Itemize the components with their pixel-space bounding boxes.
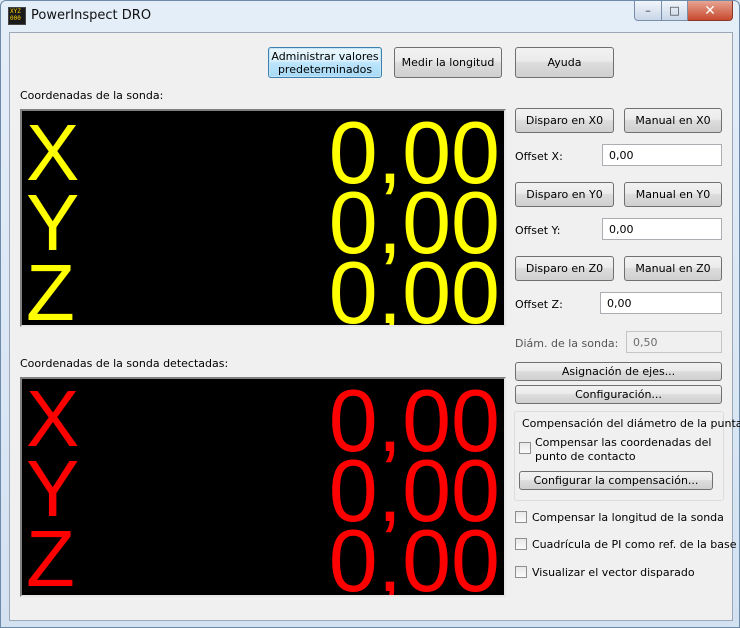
detected-value-z: 0,00	[328, 511, 500, 597]
compensate-contact-label-line2: punto de contacto	[535, 450, 636, 463]
window-controls: – □ ✕	[634, 1, 733, 21]
probe-dro-display: X 0,00 Y 0,00 Z 0,00	[20, 109, 506, 327]
probe-coords-label: Coordenadas de la sonda:	[20, 89, 164, 102]
probe-axis-z: Z	[26, 248, 75, 327]
pi-grid-base-label: Cuadrícula de PI como ref. de la base	[532, 538, 737, 551]
manual-z0-button[interactable]: Manual en Z0	[624, 256, 722, 281]
axis-assign-button[interactable]: Asignación de ejes...	[515, 362, 722, 381]
close-icon: ✕	[704, 2, 716, 19]
detected-coords-label: Coordenadas de la sonda detectadas:	[20, 357, 229, 370]
show-vector-label: Visualizar el vector disparado	[532, 566, 695, 579]
configure-compensation-button[interactable]: Configurar la compensación...	[519, 471, 713, 490]
trigger-x0-label: Disparo en X0	[525, 114, 604, 127]
pi-grid-base-checkbox[interactable]	[515, 538, 527, 550]
offset-y-field[interactable]: 0,00	[602, 218, 722, 240]
compensate-length-label: Compensar la longitud de la sonda	[532, 511, 724, 524]
compensate-contact-label: Compensar las coordenadas del punto de c…	[535, 436, 711, 464]
detected-dro-display: X 0,00 Y 0,00 Z 0,00	[20, 377, 506, 597]
manual-z0-label: Manual en Z0	[635, 262, 711, 275]
compensate-length-checkbox[interactable]	[515, 511, 527, 523]
admin-defaults-label: Administrar valores predeterminados	[271, 49, 379, 76]
compensate-contact-label-line1: Compensar las coordenadas del	[535, 436, 712, 449]
maximize-button[interactable]: □	[662, 1, 688, 21]
probe-diameter-label: Diám. de la sonda:	[515, 337, 619, 350]
minimize-icon: –	[645, 4, 651, 17]
measure-length-label: Medir la longitud	[401, 56, 495, 69]
dro-app-icon: XYZ 000	[8, 7, 26, 25]
offset-y-label: Offset Y:	[515, 224, 561, 237]
trigger-z0-label: Disparo en Z0	[525, 262, 604, 275]
config-button[interactable]: Configuración...	[515, 385, 722, 404]
window-title: PowerInspect DRO	[31, 8, 152, 23]
offset-z-label: Offset Z:	[515, 298, 563, 311]
measure-length-button[interactable]: Medir la longitud	[394, 47, 502, 78]
minimize-button[interactable]: –	[634, 1, 662, 21]
probe-diameter-field[interactable]: 0,50	[626, 331, 722, 353]
title-bar[interactable]: XYZ 000 PowerInspect DRO – □ ✕	[1, 1, 739, 33]
configure-compensation-label: Configurar la compensación...	[533, 474, 699, 487]
trigger-y0-label: Disparo en Y0	[526, 188, 603, 201]
axis-assign-label: Asignación de ejes...	[561, 365, 676, 378]
probe-value-z: 0,00	[328, 243, 500, 327]
close-button[interactable]: ✕	[688, 1, 733, 21]
offset-x-field[interactable]: 0,00	[602, 144, 722, 166]
help-button[interactable]: Ayuda	[515, 47, 614, 78]
offset-z-field[interactable]: 0,00	[600, 292, 722, 314]
compensate-contact-checkbox[interactable]	[519, 442, 531, 454]
detected-axis-z: Z	[26, 514, 75, 597]
client-area: Administrar valores predeterminados Medi…	[9, 32, 740, 621]
offset-x-label: Offset X:	[515, 150, 563, 163]
manual-y0-label: Manual en Y0	[635, 188, 711, 201]
show-vector-checkbox[interactable]	[515, 566, 527, 578]
manual-y0-button[interactable]: Manual en Y0	[624, 182, 722, 207]
tip-compensation-title: Compensación del diámetro de la punta	[522, 417, 740, 430]
trigger-x0-button[interactable]: Disparo en X0	[515, 108, 614, 133]
admin-defaults-button[interactable]: Administrar valores predeterminados	[268, 47, 382, 78]
trigger-y0-button[interactable]: Disparo en Y0	[515, 182, 614, 207]
manual-x0-label: Manual en X0	[635, 114, 711, 127]
trigger-z0-button[interactable]: Disparo en Z0	[515, 256, 614, 281]
manual-x0-button[interactable]: Manual en X0	[624, 108, 722, 133]
config-label: Configuración...	[575, 388, 662, 401]
help-label: Ayuda	[547, 56, 582, 69]
app-window: XYZ 000 PowerInspect DRO – □ ✕ Administr…	[0, 0, 740, 628]
maximize-icon: □	[669, 4, 680, 17]
